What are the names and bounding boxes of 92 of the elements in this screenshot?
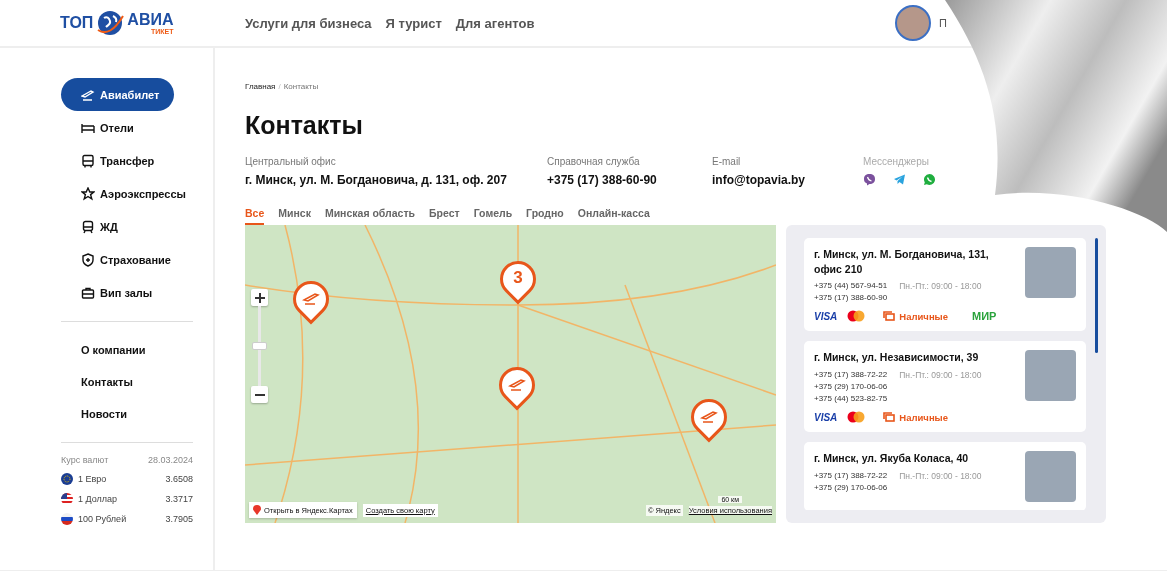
filter-tab[interactable]: Гомель bbox=[473, 207, 513, 225]
office-phone: +375 (44) 523-82-75 bbox=[814, 394, 888, 404]
currency-name: 100 Рублей bbox=[78, 514, 127, 524]
info-label: E-mail bbox=[712, 156, 742, 167]
filter-tab[interactable]: Онлайн-касса bbox=[577, 207, 650, 225]
star-icon bbox=[81, 186, 95, 201]
currency-name: 1 Доллар bbox=[78, 494, 118, 504]
service-menu-item[interactable]: Авиабилет bbox=[61, 78, 174, 111]
ru-flag-icon bbox=[61, 513, 73, 525]
office-address: г. Минск, ул. Якуба Коласа, 40 bbox=[814, 451, 970, 466]
office-phone: +375 (17) 388-60-90 bbox=[814, 293, 888, 303]
service-menu-item[interactable]: Вип залы bbox=[61, 276, 193, 309]
user-label[interactable]: П bbox=[939, 17, 947, 29]
plane-icon bbox=[508, 377, 526, 391]
office-phone: +375 (44) 567-94-51 bbox=[814, 281, 888, 291]
zoom-in-button[interactable] bbox=[251, 289, 268, 306]
plane-icon bbox=[700, 409, 718, 423]
page-title: Контакты bbox=[245, 111, 364, 140]
globe-logo-icon bbox=[95, 8, 126, 38]
telegram-icon[interactable] bbox=[893, 173, 906, 186]
viber-icon[interactable] bbox=[863, 173, 876, 186]
eu-flag-icon bbox=[61, 473, 73, 485]
photo-placeholder bbox=[1025, 247, 1076, 298]
card-circles-icon bbox=[847, 411, 866, 424]
mir-logo: МИР bbox=[972, 310, 997, 323]
shield-icon bbox=[81, 252, 95, 267]
nav-link[interactable]: Для агентов bbox=[455, 15, 535, 31]
breadcrumb-link[interactable]: Главная bbox=[245, 82, 276, 91]
office-card[interactable]: г. Минск, ул. Якуба Коласа, 40 +375 (17) 388-72-22 +375 (29) 170-06-06 Пн.-Пт.: 09:00 - 18:00 bbox=[804, 442, 1086, 510]
currency-date: 28.03.2024 bbox=[147, 455, 193, 465]
card-circles-icon bbox=[847, 310, 866, 323]
whatsapp-icon[interactable] bbox=[923, 173, 936, 186]
office-address: г. Минск, ул. Независимости, 39 bbox=[814, 350, 980, 366]
office-hours: Пн.-Пт.: 09:00 - 18:00 bbox=[899, 470, 982, 481]
payment-label: Наличные bbox=[899, 411, 948, 423]
service-menu-item[interactable]: Аэроэкспрессы bbox=[61, 177, 193, 210]
cash-icon bbox=[883, 412, 896, 423]
photo-placeholder bbox=[1025, 350, 1076, 402]
info-value: info@topavia.by bbox=[712, 173, 807, 187]
office-card[interactable]: г. Минск, ул. М. Богдановича, 131, офис 210 +375 (44) 567-94-51 +375 (17) 388-60-90 Пн.-Пт.: 09:00 - 18:00 VISA Наличные МИР bbox=[804, 238, 1086, 332]
payment-label: Наличные bbox=[899, 310, 948, 322]
visa-logo: VISA bbox=[814, 310, 838, 322]
location-pin-icon bbox=[253, 505, 261, 515]
scrollbar-thumb[interactable] bbox=[1094, 238, 1098, 353]
office-card[interactable]: г. Минск, ул. Независимости, 39 +375 (17) 388-72-22 +375 (29) 170-06-06 +375 (44) 523-82-75 Пн.-Пт.: 09:00 - 18:00 VISA Наличные bbox=[804, 341, 1086, 433]
zoom-out-button[interactable] bbox=[251, 386, 268, 403]
us-flag-icon bbox=[61, 493, 73, 505]
service-menu-item[interactable]: Страхование bbox=[61, 243, 193, 276]
currency-rate: 3.3717 bbox=[165, 494, 193, 504]
currency-title: Курс валют bbox=[61, 455, 109, 465]
train-icon bbox=[81, 219, 95, 234]
nav-link[interactable]: Услуги для бизнеса bbox=[245, 15, 372, 31]
zoom-slider-handle[interactable] bbox=[252, 342, 267, 350]
info-label: Мессенджеры bbox=[863, 156, 930, 167]
cash-icon bbox=[883, 311, 896, 322]
currency-rate: 3.6508 bbox=[165, 474, 193, 484]
office-hours: Пн.-Пт.: 09:00 - 18:00 bbox=[899, 370, 982, 381]
plane-icon bbox=[302, 291, 320, 305]
service-menu-item[interactable]: Отели bbox=[61, 111, 193, 144]
plus-icon bbox=[254, 292, 265, 303]
filter-tab[interactable]: Гродно bbox=[526, 207, 564, 225]
office-phone: +375 (29) 170-06-06 bbox=[814, 382, 888, 392]
bus-icon bbox=[81, 153, 95, 168]
info-label: Справочная служба bbox=[547, 156, 641, 167]
logo-text: АВИА bbox=[127, 11, 174, 28]
sidebar-link[interactable]: О компании bbox=[61, 334, 193, 366]
info-value: г. Минск, ул. М. Богдановича, д. 131, оф. 207 bbox=[245, 173, 508, 187]
filter-tab[interactable]: Минская область bbox=[324, 207, 415, 225]
info-value: +375 (17) 388-60-90 bbox=[547, 173, 658, 187]
plane-icon bbox=[81, 87, 95, 102]
service-menu-item[interactable]: Трансфер bbox=[61, 144, 193, 177]
filter-tab[interactable]: Минск bbox=[278, 207, 311, 225]
office-hours: Пн.-Пт.: 09:00 - 18:00 bbox=[899, 281, 982, 292]
currency-name: 1 Евро bbox=[78, 474, 107, 484]
visa-logo: VISA bbox=[814, 411, 838, 423]
suitcase-icon bbox=[81, 285, 95, 300]
office-phone: +375 (17) 388-72-22 bbox=[814, 470, 888, 480]
sidebar-link[interactable]: Новости bbox=[61, 398, 193, 430]
info-label: Центральный офис bbox=[245, 156, 337, 167]
avatar[interactable] bbox=[895, 5, 932, 41]
service-menu-item[interactable]: ЖД bbox=[61, 210, 193, 243]
currency-rate: 3.7905 bbox=[165, 514, 193, 524]
office-phone: +375 (29) 170-06-06 bbox=[814, 482, 888, 492]
sidebar-link[interactable]: Контакты bbox=[61, 366, 193, 398]
office-address: г. Минск, ул. М. Богдановича, 131, офис 210 bbox=[814, 247, 990, 277]
logo-text: ТОП bbox=[60, 14, 94, 32]
breadcrumb-separator: / bbox=[278, 82, 281, 91]
nav-link[interactable]: Я турист bbox=[385, 15, 442, 31]
office-phone: +375 (17) 388-72-22 bbox=[814, 370, 888, 380]
photo-placeholder bbox=[1025, 451, 1076, 503]
breadcrumb-link[interactable]: Контакты bbox=[283, 82, 319, 91]
filter-tab[interactable]: Брест bbox=[429, 207, 460, 225]
